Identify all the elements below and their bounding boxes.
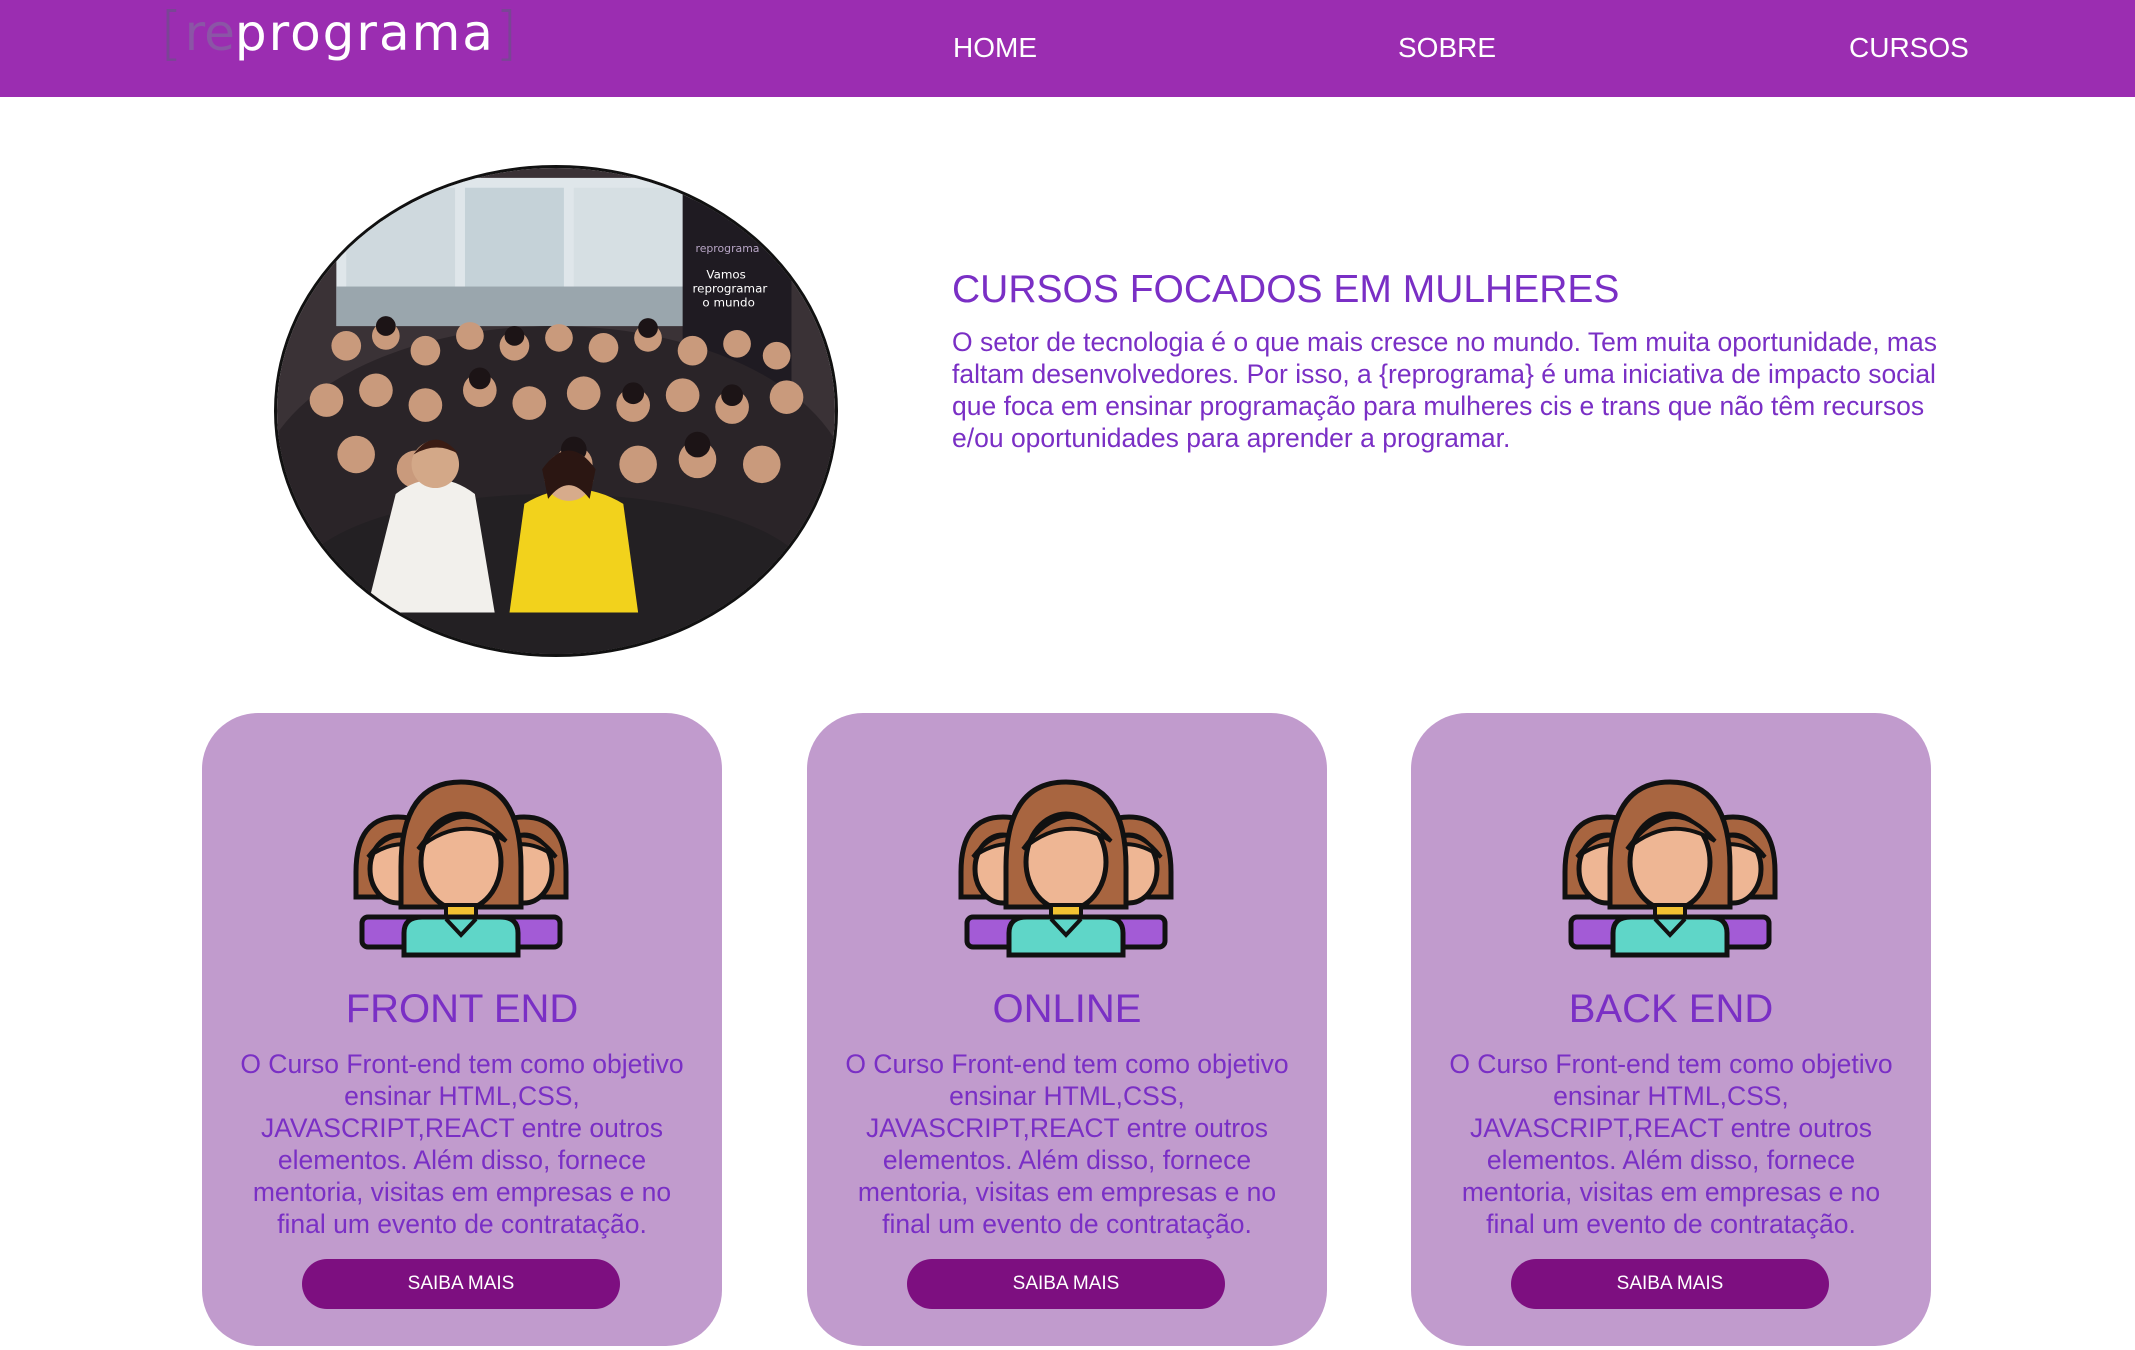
hero-text-block: CURSOS FOCADOS EM MULHERES O setor de te… [952, 262, 1972, 454]
hero-group-photo: reprograma Vamos reprogramar o mundo [274, 165, 838, 657]
photo-banner-line2: reprogramar [693, 281, 768, 295]
nav-link-sobre[interactable]: SOBRE [1398, 28, 1496, 68]
nav-link-cursos[interactable]: CURSOS [1849, 28, 1969, 68]
course-card-front-end: FRONT END O Curso Front-end tem como obj… [202, 713, 722, 1346]
saiba-mais-button[interactable]: SAIBA MAIS [907, 1259, 1225, 1309]
course-card-description: O Curso Front-end tem como objetivo ensi… [240, 1049, 684, 1239]
logo-bracket-close: ] [494, 0, 518, 67]
logo-prefix: re [184, 4, 235, 62]
course-card-title: BACK END [1568, 987, 1774, 1031]
saiba-mais-button[interactable]: SAIBA MAIS [302, 1259, 620, 1309]
course-card-back-end: BACK END O Curso Front-end tem como obje… [1411, 713, 1931, 1346]
course-card-description: O Curso Front-end tem como objetivo ensi… [1449, 1049, 1893, 1239]
nav-link-home[interactable]: HOME [953, 28, 1037, 68]
course-card-online: ONLINE O Curso Front-end tem como objeti… [807, 713, 1327, 1346]
women-group-icon [951, 777, 1181, 961]
group-photo-illustration: reprograma Vamos reprogramar o mundo [277, 168, 835, 654]
saiba-mais-button[interactable]: SAIBA MAIS [1511, 1259, 1829, 1309]
photo-banner-line1: Vamos [706, 268, 745, 282]
reprograma-logo[interactable]: [ re programa ] [160, 2, 518, 64]
photo-banner-line3: o mundo [702, 295, 754, 309]
women-group-icon [346, 777, 576, 961]
photo-banner-brand: reprograma [696, 242, 760, 255]
logo-word: programa [234, 4, 495, 62]
hero-title: CURSOS FOCADOS EM MULHERES [952, 268, 1620, 311]
course-card-description: O Curso Front-end tem como objetivo ensi… [845, 1049, 1289, 1239]
course-card-title: FRONT END [345, 987, 579, 1031]
logo-bracket-open: [ [160, 0, 183, 67]
women-group-icon [1555, 777, 1785, 961]
top-navbar: [ re programa ] HOME SOBRE CURSOS [0, 0, 2135, 97]
hero-description: O setor de tecnologia é o que mais cresc… [952, 327, 1937, 453]
course-card-title: ONLINE [992, 987, 1142, 1031]
